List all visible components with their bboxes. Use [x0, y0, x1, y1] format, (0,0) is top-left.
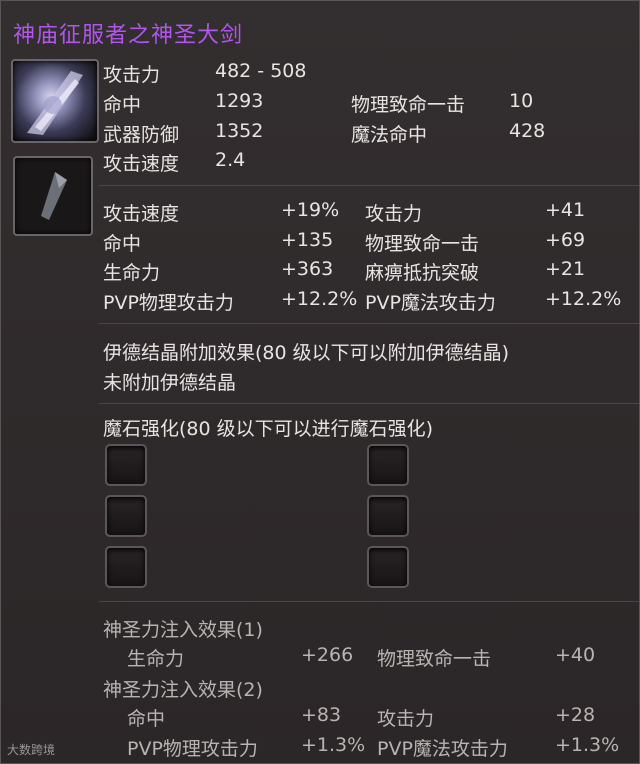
bonus-stat-label: 攻击速度: [103, 203, 180, 225]
bonus-stat-value: +69: [545, 229, 586, 251]
bonus-stat-value: +135: [281, 229, 334, 251]
base-stat-value: 1352: [215, 120, 264, 142]
manastone-slot[interactable]: [105, 495, 147, 537]
base-stat-value: 482 - 508: [215, 60, 307, 82]
holy-stat-value: +40: [555, 644, 596, 666]
base-stat-label: 攻击力: [103, 64, 161, 86]
bonus-stat-label: 物理致命一击: [365, 233, 480, 255]
holy-stat-value: +1.3%: [301, 734, 366, 756]
holy-stat-value: +28: [555, 704, 596, 726]
watermark: 大数跨境: [7, 743, 56, 757]
base-stat-label: 物理致命一击: [351, 94, 466, 116]
divider: [99, 403, 639, 404]
manastone-slot[interactable]: [367, 444, 409, 486]
manastone-slot[interactable]: [367, 495, 409, 537]
weapon-icon: [11, 59, 99, 143]
bonus-stat-value: +12.2%: [545, 288, 622, 310]
base-stat-label: 魔法命中: [351, 124, 428, 146]
base-stat-label: 武器防御: [103, 124, 180, 146]
manastone-slot[interactable]: [367, 546, 409, 588]
base-stat-value: 1293: [215, 90, 264, 112]
manastone-header: 魔石强化(80 级以下可以进行魔石强化): [103, 418, 434, 440]
base-stat-value: 10: [509, 90, 534, 112]
base-stat-value: 2.4: [215, 149, 246, 171]
bonus-stat-value: +363: [281, 258, 334, 280]
holy-stat-label: 生命力: [127, 648, 185, 670]
bonus-stat-label: PVP魔法攻击力: [365, 292, 496, 314]
base-stat-value: 428: [509, 120, 546, 142]
holy-stat-value: +1.3%: [555, 734, 620, 756]
manastone-slot[interactable]: [105, 546, 147, 588]
divider: [99, 185, 639, 186]
holy-infusion-header: 神圣力注入效果(2): [103, 679, 263, 701]
divider: [99, 601, 639, 602]
bonus-stat-label: PVP物理攻击力: [103, 292, 234, 314]
holy-stat-label: 物理致命一击: [377, 648, 492, 670]
base-stat-label: 命中: [103, 94, 142, 116]
bonus-stat-label: 攻击力: [365, 203, 423, 225]
bonus-stat-label: 麻痹抵抗突破: [365, 262, 480, 284]
manastone-slot-icon: [13, 156, 93, 236]
holy-infusion-header: 神圣力注入效果(1): [103, 619, 263, 641]
idian-header: 伊德结晶附加效果(80 级以下可以附加伊德结晶): [103, 342, 510, 364]
holy-stat-label: 攻击力: [377, 708, 435, 730]
holy-stat-label: 命中: [127, 708, 166, 730]
bonus-stat-value: +41: [545, 199, 586, 221]
item-tooltip: 神庙征服者之神圣大剑 攻击力 482 - 508 命中 1293 物理致命一击 …: [0, 0, 640, 764]
manastone-slot[interactable]: [105, 444, 147, 486]
item-name: 神庙征服者之神圣大剑: [13, 23, 244, 48]
divider: [99, 323, 639, 324]
holy-stat-label: PVP魔法攻击力: [377, 738, 508, 760]
holy-stat-value: +266: [301, 644, 354, 666]
bonus-stat-label: 生命力: [103, 262, 161, 284]
holy-stat-value: +83: [301, 704, 342, 726]
bonus-stat-value: +19%: [281, 199, 340, 221]
bonus-stat-label: 命中: [103, 233, 142, 255]
idian-status: 未附加伊德结晶: [103, 372, 237, 394]
base-stat-label: 攻击速度: [103, 153, 180, 175]
holy-stat-label: PVP物理攻击力: [127, 738, 258, 760]
bonus-stat-value: +21: [545, 258, 586, 280]
bonus-stat-value: +12.2%: [281, 288, 358, 310]
